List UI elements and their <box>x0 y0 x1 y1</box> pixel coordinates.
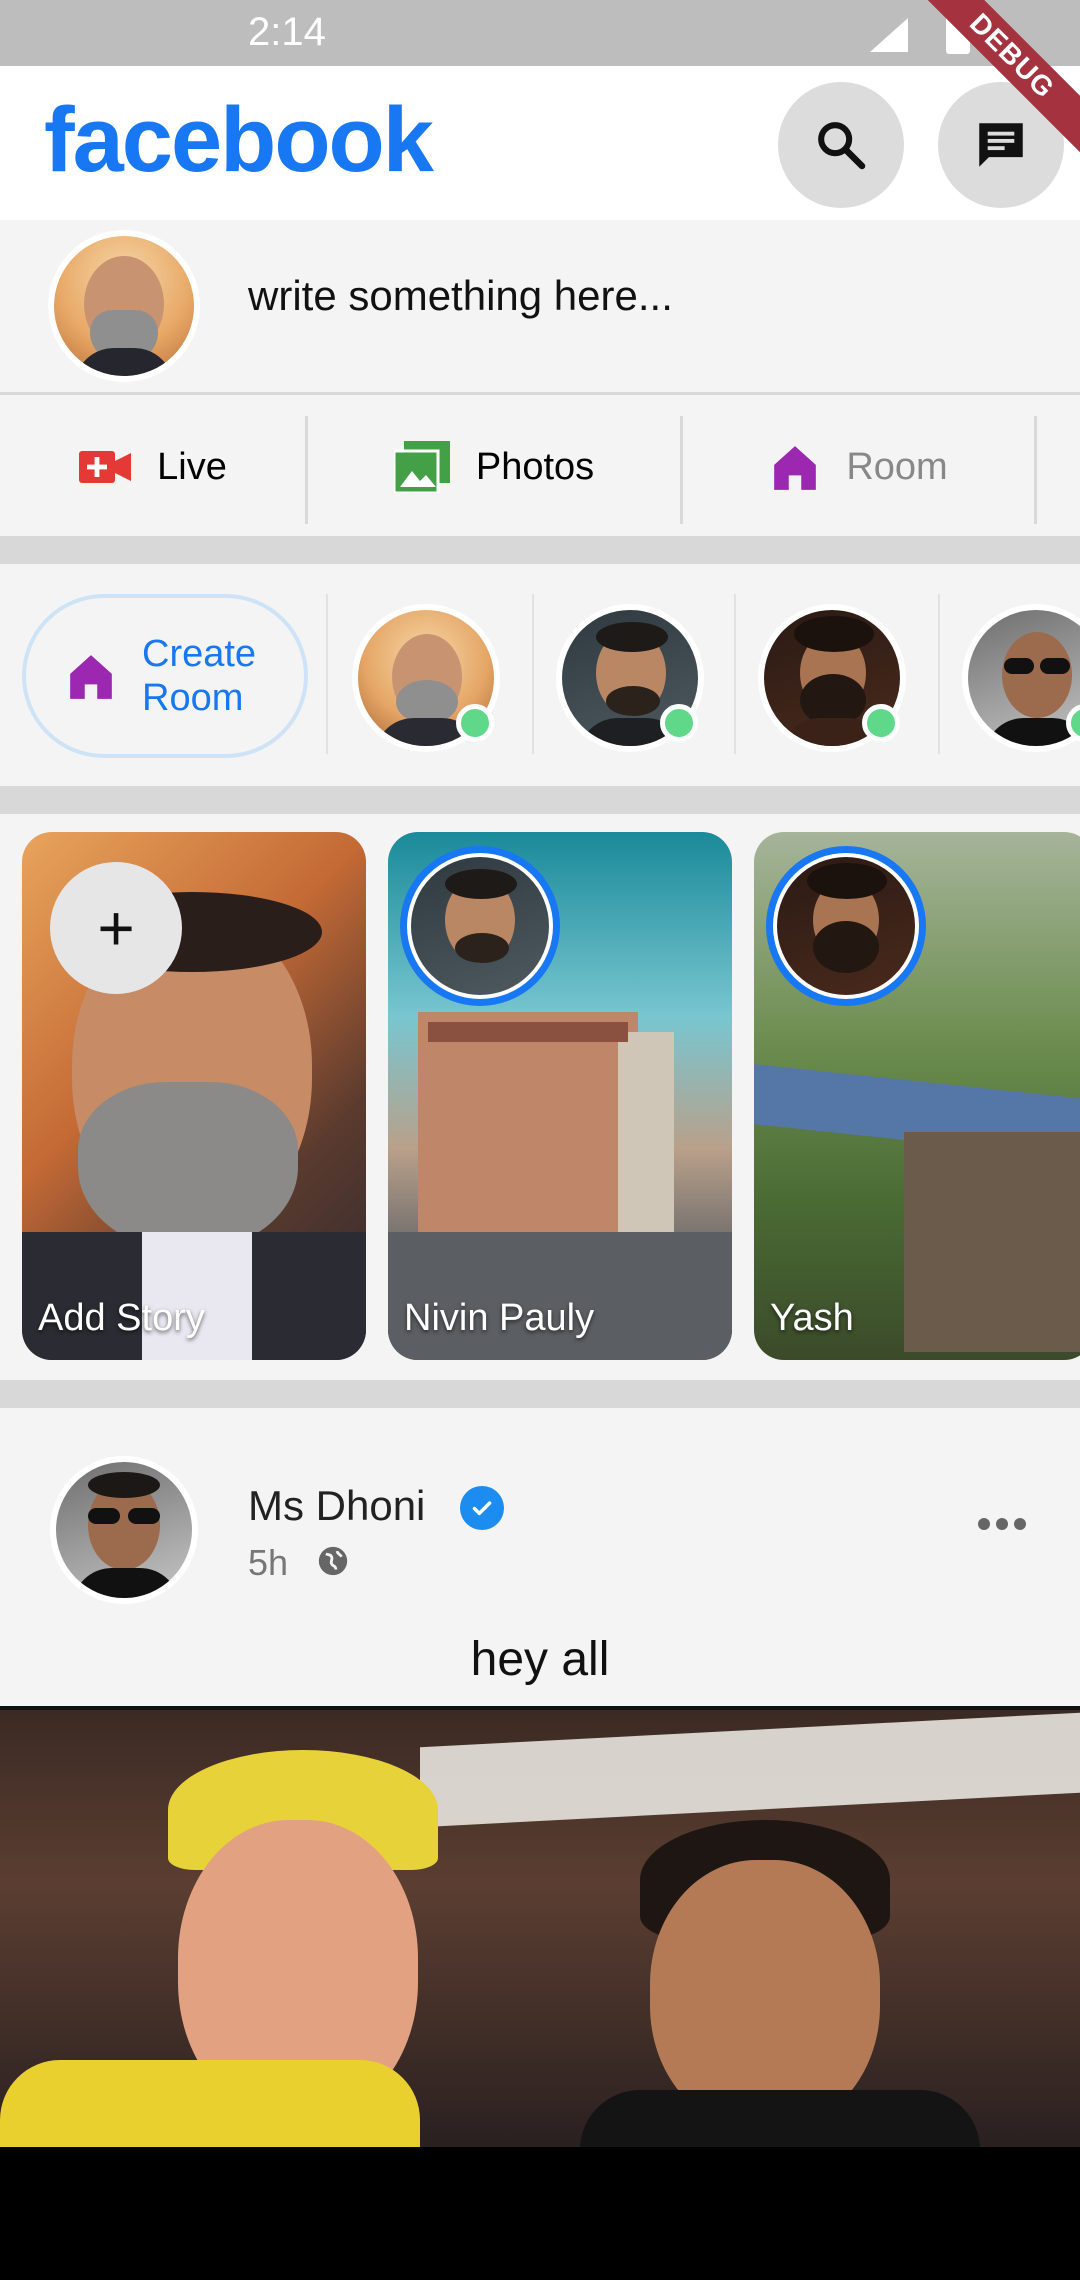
divider <box>1034 416 1037 524</box>
composer-placeholder[interactable]: write something here... <box>248 272 673 320</box>
create-room-button[interactable]: Create Room <box>22 594 308 758</box>
photos-label: Photos <box>475 445 595 488</box>
status-time: 2:14 <box>248 10 326 54</box>
rooms-strip: Create Room <box>0 564 1080 786</box>
add-story-button[interactable]: + <box>50 862 182 994</box>
create-room-label: Create <box>142 633 257 675</box>
create-room-label: Room <box>142 677 244 719</box>
room-icon <box>70 655 112 699</box>
search-button[interactable] <box>778 82 904 208</box>
live-label: Live <box>157 445 227 488</box>
online-user-avatar[interactable] <box>352 604 500 752</box>
post-caption: hey all <box>470 1633 610 1686</box>
search-icon <box>818 122 866 170</box>
room-button[interactable]: Room <box>682 398 1036 536</box>
story-card[interactable]: Yash <box>754 832 1080 1360</box>
app-screen: 2:14 DEBUG facebook write something here… <box>0 0 1080 2147</box>
online-indicator <box>456 704 494 742</box>
story-name: Add Story <box>38 1297 205 1339</box>
verified-icon <box>460 1486 504 1530</box>
story-avatar <box>400 846 560 1006</box>
messenger-icon <box>979 123 1023 167</box>
add-story-card[interactable]: + Add Story <box>22 832 366 1360</box>
story-name: Yash <box>770 1297 854 1339</box>
online-indicator <box>862 704 900 742</box>
post-composer[interactable]: write something here... <box>0 220 1080 395</box>
story-card[interactable]: Nivin Pauly <box>388 832 732 1360</box>
video-icon <box>79 451 132 483</box>
section-divider <box>0 1380 1080 1408</box>
more-icon <box>978 1518 990 1530</box>
photos-button[interactable]: Photos <box>308 398 680 536</box>
divider <box>532 594 534 754</box>
status-bar: 2:14 <box>0 0 1080 66</box>
divider <box>938 594 940 754</box>
room-label: Room <box>846 445 948 488</box>
post-actions-row: Live Photos Room <box>0 398 1080 536</box>
profile-avatar[interactable] <box>48 230 200 382</box>
section-divider <box>0 536 1080 564</box>
room-icon <box>774 446 817 490</box>
post-time: 5h <box>248 1542 289 1583</box>
divider <box>326 594 328 754</box>
story-avatar <box>766 846 926 1006</box>
facebook-logo: facebook <box>44 89 434 191</box>
plus-icon: + <box>97 892 135 964</box>
photo-icon <box>393 441 450 493</box>
divider <box>734 594 736 754</box>
live-button[interactable]: Live <box>0 398 306 536</box>
section-divider <box>0 786 1080 814</box>
stories-strip: + Add Story Nivin Pauly Yash <box>0 814 1080 1380</box>
post-image[interactable] <box>0 1706 1080 2147</box>
online-user-avatar[interactable] <box>758 604 906 752</box>
globe-icon <box>318 1546 348 1576</box>
app-bar: facebook <box>0 66 1080 220</box>
story-name: Nivin Pauly <box>404 1297 595 1339</box>
online-indicator <box>660 704 698 742</box>
more-options-button[interactable] <box>978 1518 1026 1530</box>
online-user-avatar[interactable] <box>962 604 1080 752</box>
system-nav-bar <box>0 2147 1080 2280</box>
online-user-avatar[interactable] <box>556 604 704 752</box>
post-author-avatar[interactable] <box>50 1456 198 1604</box>
post-author-name[interactable]: Ms Dhoni <box>248 1482 425 1530</box>
post-card: Ms Dhoni 5h hey all <box>0 1408 1080 2147</box>
